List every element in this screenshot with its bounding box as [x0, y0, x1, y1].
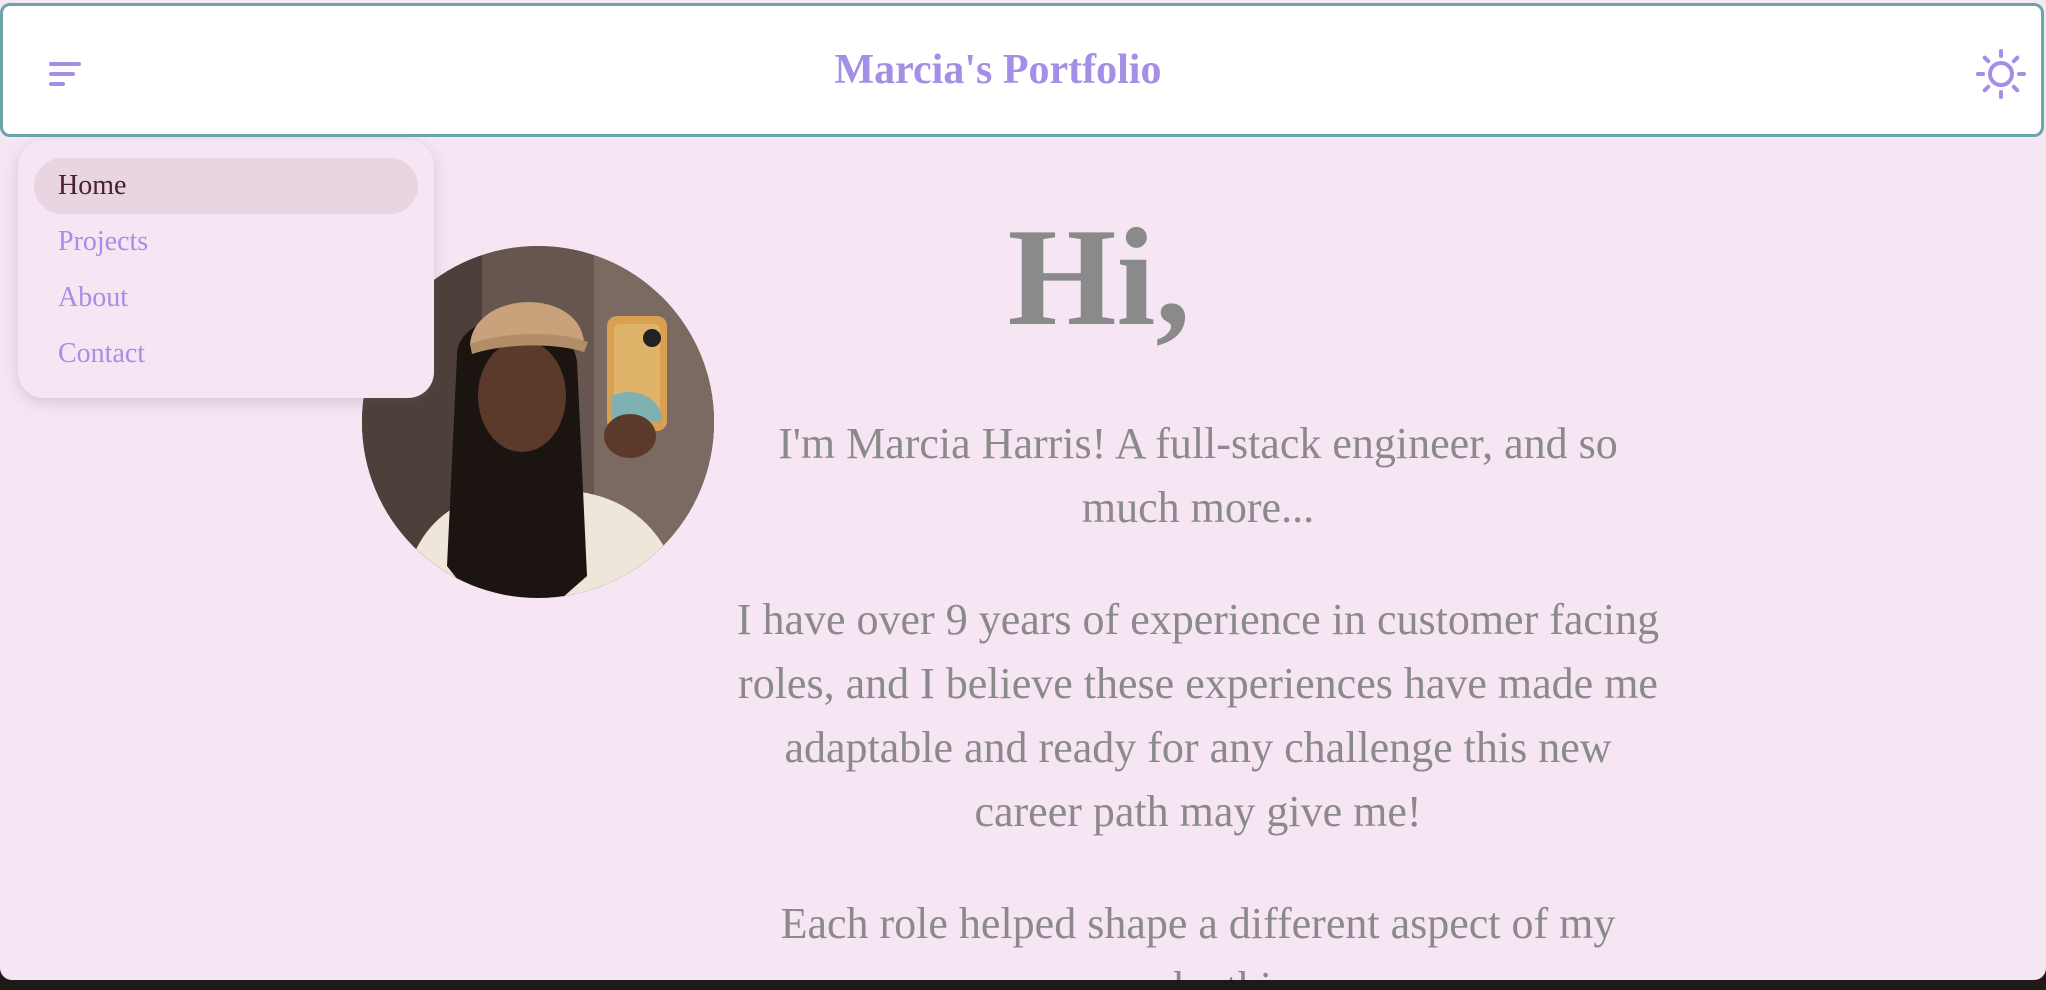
nav-item-contact[interactable]: Contact	[34, 326, 418, 382]
menu-icon	[49, 62, 81, 66]
hero-experience: I have over 9 years of experience in cus…	[736, 595, 1660, 836]
menu-toggle-button[interactable]	[49, 56, 89, 92]
sun-icon	[1976, 49, 2026, 99]
nav-item-projects[interactable]: Projects	[34, 214, 418, 270]
theme-toggle-button[interactable]	[1975, 48, 2027, 100]
site-title[interactable]: Marcia's Portfolio	[835, 46, 1162, 94]
site-title-container: Marcia's Portfolio	[3, 6, 1993, 134]
nav-dropdown-menu: Home Projects About Contact	[18, 140, 434, 398]
top-navbar: Marcia's Portfolio	[0, 3, 2044, 137]
browser-viewport: Marcia's Portfolio Home Projects About C…	[0, 0, 2046, 980]
hero-work-ethic: Each role helped shape a different aspec…	[780, 899, 1616, 980]
hero-intro: I'm Marcia Harris! A full-stack engineer…	[778, 419, 1618, 532]
nav-item-about[interactable]: About	[34, 270, 418, 326]
nav-item-home[interactable]: Home	[34, 158, 418, 214]
